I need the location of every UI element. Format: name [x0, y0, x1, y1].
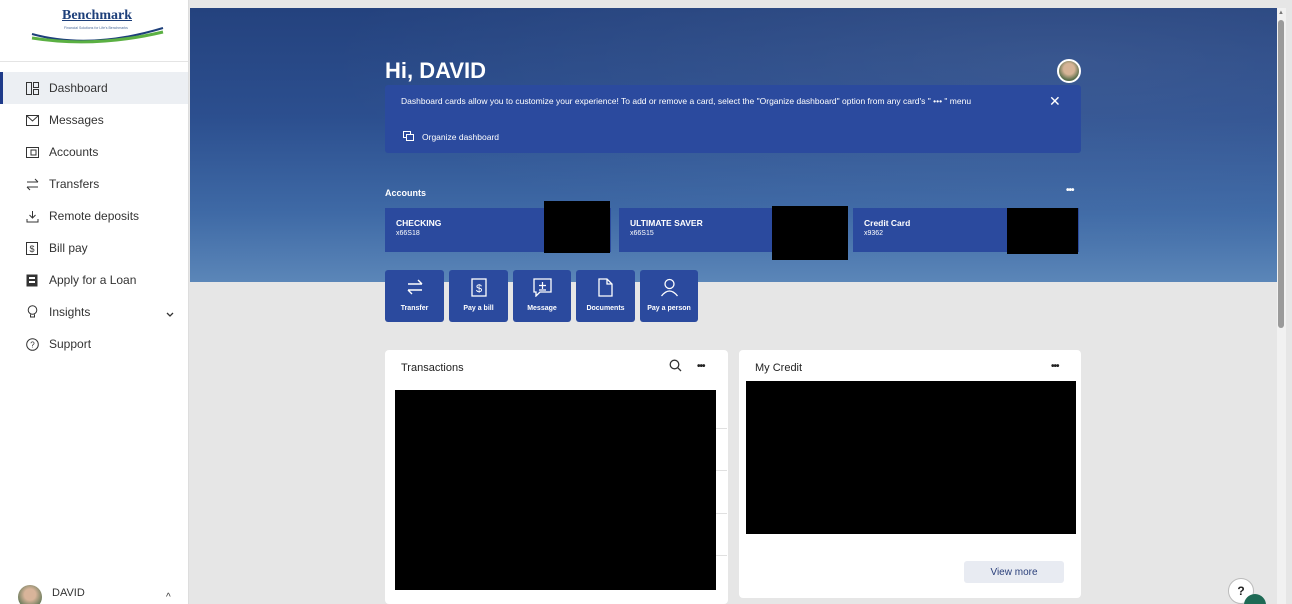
sidebar-item-label: Accounts [49, 145, 99, 159]
sidebar-item-label: Remote deposits [49, 209, 140, 223]
quick-action-label: Documents [586, 305, 625, 312]
quick-action-label: Pay a bill [463, 305, 494, 312]
deposit-icon [25, 209, 39, 223]
sidebar-nav: Dashboard Messages Accounts Transfers Re… [0, 72, 188, 360]
redacted-balance [544, 201, 610, 253]
redacted-credit [746, 381, 1076, 534]
sidebar-item-insights[interactable]: Insights [0, 296, 188, 328]
person-icon [640, 278, 698, 297]
quick-action-documents[interactable]: Documents [576, 270, 635, 322]
user-menu[interactable]: DAVID ^ [0, 582, 189, 604]
quick-action-pay-person[interactable]: Pay a person [640, 270, 698, 322]
chevron-down-icon[interactable] [166, 307, 174, 321]
view-more-button[interactable]: View more [964, 561, 1064, 583]
redacted-transactions [395, 390, 716, 590]
redacted-balance [772, 206, 848, 260]
document-icon [576, 278, 635, 297]
my-credit-more-icon[interactable]: ••• [1051, 361, 1059, 372]
divider [716, 513, 727, 514]
sidebar-item-label: Apply for a Loan [49, 273, 137, 287]
sidebar-item-accounts[interactable]: Accounts [0, 136, 188, 168]
transactions-title: Transactions [401, 362, 464, 374]
dashboard-icon [25, 81, 39, 95]
transfer-icon [385, 278, 444, 296]
organize-icon [403, 131, 414, 143]
account-number: x66S15 [630, 230, 654, 237]
account-number: x9362 [864, 230, 884, 237]
divider [716, 470, 727, 471]
profile-avatar[interactable] [1057, 59, 1081, 83]
accounts-icon [25, 145, 39, 159]
sidebar-item-label: Dashboard [49, 81, 108, 95]
sidebar-item-label: Bill pay [49, 241, 88, 255]
sidebar-item-label: Messages [49, 113, 104, 127]
logo-swoosh-icon [31, 27, 164, 44]
loan-icon [25, 273, 39, 287]
sidebar-item-bill-pay[interactable]: $ Bill pay [0, 232, 188, 264]
divider [716, 555, 727, 556]
search-icon[interactable] [669, 359, 682, 377]
account-name: ULTIMATE SAVER [630, 218, 703, 228]
brand-name: Benchmark [62, 8, 132, 23]
bill-icon: $ [449, 278, 508, 297]
scrollbar-thumb[interactable] [1278, 20, 1284, 328]
sidebar-item-dashboard[interactable]: Dashboard [0, 72, 188, 104]
quick-action-label: Message [527, 305, 557, 312]
sidebar-item-label: Support [49, 337, 92, 351]
brand-logo[interactable]: Benchmark Financial Solutions for Life's… [0, 0, 188, 62]
transfer-icon [25, 177, 39, 191]
account-number: x66S18 [396, 230, 420, 237]
bill-icon: $ [25, 241, 39, 255]
close-icon[interactable]: ✕ [1049, 93, 1061, 110]
transactions-more-icon[interactable]: ••• [697, 361, 705, 372]
accounts-title: Accounts [385, 188, 427, 198]
sidebar: Benchmark Financial Solutions for Life's… [0, 0, 189, 604]
quick-action-message[interactable]: Message [513, 270, 571, 322]
lightbulb-icon [25, 305, 39, 319]
svg-text:$: $ [475, 283, 481, 295]
account-name: Credit Card [864, 218, 911, 228]
greeting: Hi, DAVID [385, 58, 487, 83]
quick-action-label: Transfer [400, 305, 429, 312]
scroll-up-icon[interactable]: ▲ [1278, 10, 1284, 16]
svg-text:$: $ [29, 244, 34, 254]
account-name: CHECKING [396, 218, 442, 228]
message-icon [513, 278, 571, 297]
organize-dashboard-link[interactable]: Organize dashboard [403, 131, 499, 143]
quick-action-pay-bill[interactable]: $ Pay a bill [449, 270, 508, 322]
avatar [18, 585, 42, 604]
redacted-balance [1007, 208, 1078, 254]
sidebar-item-support[interactable]: ? Support [0, 328, 188, 360]
mail-icon [25, 113, 39, 127]
user-name: DAVID [52, 587, 85, 599]
help-circle-icon: ? [25, 337, 39, 351]
quick-action-label: Pay a person [647, 305, 691, 312]
svg-text:?: ? [30, 340, 35, 349]
info-message: Dashboard cards allow you to customize y… [401, 96, 972, 106]
sidebar-item-messages[interactable]: Messages [0, 104, 188, 136]
info-banner: Dashboard cards allow you to customize y… [385, 85, 1081, 153]
chevron-up-icon[interactable]: ^ [166, 592, 171, 603]
quick-action-transfer[interactable]: Transfer [385, 270, 444, 322]
my-credit-title: My Credit [755, 362, 803, 374]
divider [716, 428, 727, 429]
sidebar-item-transfers[interactable]: Transfers [0, 168, 188, 200]
scrollbar[interactable]: ▲ [1277, 8, 1286, 604]
sidebar-item-remote-deposits[interactable]: Remote deposits [0, 200, 188, 232]
accounts-more-icon[interactable]: ••• [1066, 185, 1074, 196]
chat-icon[interactable] [1244, 594, 1266, 604]
organize-dashboard-label: Organize dashboard [422, 132, 500, 142]
sidebar-item-label: Insights [49, 305, 91, 319]
sidebar-item-apply-loan[interactable]: Apply for a Loan [0, 264, 188, 296]
sidebar-item-label: Transfers [49, 177, 100, 191]
